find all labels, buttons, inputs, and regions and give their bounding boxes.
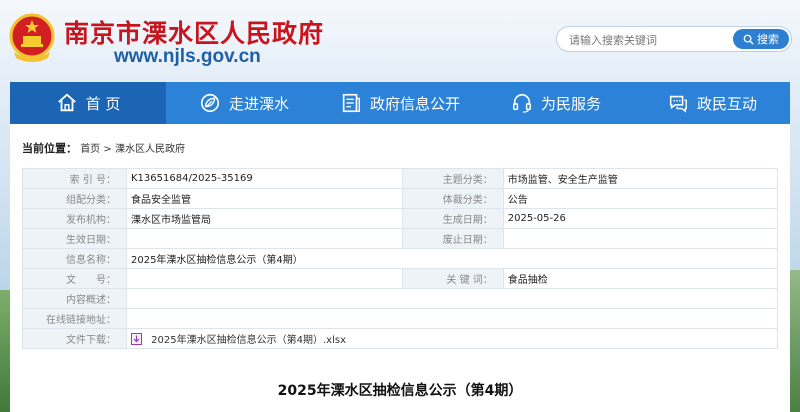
index-no-value: K13651684/2025-35169: [125, 168, 404, 189]
download-cell: 2025年溧水区抽检信息公示（第4期）.xlsx: [125, 328, 779, 349]
breadcrumb-label: 当前位置：: [22, 142, 77, 155]
document-icon: [342, 93, 360, 113]
nav-item-interaction[interactable]: 政民互动: [634, 82, 790, 124]
org-category-value: 食品安全监管: [125, 188, 404, 209]
site-header: 南京市溧水区人民政府 www.njls.gov.cn 搜索: [0, 0, 800, 82]
doc-no-value: [125, 268, 404, 289]
table-row: 生效日期： 废止日期：: [22, 228, 779, 249]
nav-item-label: 为民服务: [540, 94, 601, 113]
index-no-label: 索 引 号：: [22, 168, 127, 189]
repeal-date-value: [502, 228, 779, 249]
repeal-date-label: 废止日期：: [402, 228, 504, 249]
keywords-value: 食品抽检: [502, 268, 779, 289]
site-url: www.njls.gov.cn: [114, 46, 261, 67]
breadcrumb-separator: >: [103, 144, 112, 155]
headset-icon: [513, 93, 531, 113]
search-input[interactable]: [569, 30, 735, 50]
chat-icon: [669, 95, 687, 113]
search-icon: [743, 34, 754, 45]
main-nav: 首 页 走进溧水 政府信息公开 为民服务 政民互动: [10, 82, 790, 124]
download-file-link[interactable]: 2025年溧水区抽检信息公示（第4期）.xlsx: [151, 335, 346, 346]
nav-item-services[interactable]: 为民服务: [478, 82, 634, 124]
table-row: 信息名称： 2025年溧水区抽检信息公示（第4期）: [22, 248, 779, 269]
keywords-label: 关 键 词：: [402, 268, 504, 289]
effective-date-label: 生效日期：: [22, 228, 127, 249]
home-icon: [57, 93, 76, 112]
publisher-value: 溧水区市场监管局: [125, 208, 404, 229]
summary-value: [125, 288, 779, 309]
effective-date-value: [125, 228, 404, 249]
topic-value: 市场监管、安全生产监管: [502, 168, 779, 189]
table-row: 文 号： 关 键 词： 食品抽检: [22, 268, 779, 289]
national-emblem-icon: [9, 13, 55, 62]
download-file-icon: [130, 333, 142, 345]
download-label: 文件下载：: [22, 328, 127, 349]
table-row: 索 引 号： K13651684/2025-35169 主题分类： 市场监管、安…: [22, 168, 779, 189]
online-link-value: [125, 308, 779, 329]
table-row: 内容概述：: [22, 288, 779, 309]
leaf-icon: [200, 93, 220, 113]
created-date-label: 生成日期：: [402, 208, 504, 229]
nav-item-home[interactable]: 首 页: [10, 82, 166, 124]
content-panel: 当前位置： 首页 > 溧水区人民政府 索 引 号： K13651684/2025…: [10, 124, 790, 412]
breadcrumb-home-link[interactable]: 首页: [80, 144, 100, 155]
table-row: 组配分类： 食品安全监管 体裁分类： 公告: [22, 188, 779, 209]
document-title: 2025年溧水区抽检信息公示（第4期）: [277, 383, 523, 399]
doc-no-label: 文 号：: [22, 268, 127, 289]
nav-item-label: 政府信息公开: [369, 94, 460, 113]
search-button[interactable]: 搜索: [733, 29, 789, 49]
summary-label: 内容概述：: [22, 288, 127, 309]
publisher-label: 发布机构：: [22, 208, 127, 229]
breadcrumb: 当前位置： 首页 > 溧水区人民政府: [22, 140, 185, 156]
breadcrumb-current-link[interactable]: 溧水区人民政府: [115, 144, 185, 155]
org-category-label: 组配分类：: [22, 188, 127, 209]
table-row: 在线链接地址：: [22, 308, 779, 329]
nav-item-gov-info[interactable]: 政府信息公开: [322, 82, 478, 124]
nav-item-about[interactable]: 走进溧水: [166, 82, 322, 124]
nav-item-label: 政民互动: [696, 94, 757, 113]
topic-label: 主题分类：: [402, 168, 504, 189]
online-link-label: 在线链接地址：: [22, 308, 127, 329]
table-row: 文件下载： 2025年溧水区抽检信息公示（第4期）.xlsx: [22, 328, 779, 349]
site-title: 南京市溧水区人民政府: [64, 19, 325, 48]
metadata-table: 索 引 号： K13651684/2025-35169 主题分类： 市场监管、安…: [22, 168, 779, 349]
nav-item-label: 走进溧水: [228, 94, 289, 113]
genre-value: 公告: [502, 188, 779, 209]
info-name-label: 信息名称：: [22, 248, 127, 269]
genre-label: 体裁分类：: [402, 188, 504, 209]
search-box: 搜索: [556, 26, 792, 52]
created-date-value: 2025-05-26: [502, 208, 779, 229]
search-button-label: 搜索: [757, 33, 779, 46]
info-name-value: 2025年溧水区抽检信息公示（第4期）: [125, 248, 779, 269]
table-row: 发布机构： 溧水区市场监管局 生成日期： 2025-05-26: [22, 208, 779, 229]
nav-item-label: 首 页: [85, 94, 121, 113]
